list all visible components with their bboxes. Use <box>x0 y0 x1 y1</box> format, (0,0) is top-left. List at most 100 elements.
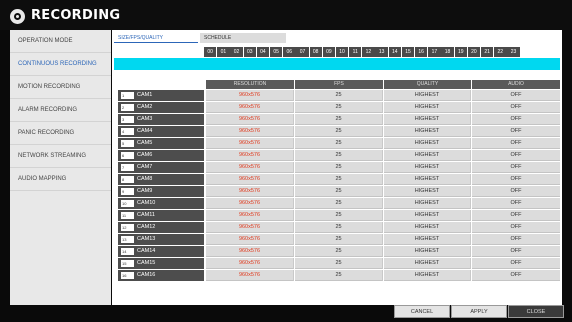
tab-size-fps-quality[interactable]: SIZE/FPS/QUALITY <box>114 33 198 43</box>
camera-label: CAM3 <box>137 116 153 122</box>
fps-cell[interactable]: 25 <box>295 246 383 257</box>
quality-cell[interactable]: HIGHEST <box>384 150 471 161</box>
audio-cell[interactable]: OFF <box>472 234 560 245</box>
fps-cell[interactable]: 25 <box>295 138 383 149</box>
audio-cell[interactable]: OFF <box>472 102 560 113</box>
resolution-cell[interactable]: 960x576 <box>206 126 294 137</box>
quality-cell[interactable]: HIGHEST <box>384 246 471 257</box>
sidebar-item-motion-recording[interactable]: MOTION RECORDING <box>10 76 111 99</box>
audio-cell[interactable]: OFF <box>472 126 560 137</box>
camera-label: CAM4 <box>137 128 153 134</box>
fps-cell[interactable]: 25 <box>295 114 383 125</box>
fps-cell[interactable]: 25 <box>295 126 383 137</box>
resolution-cell[interactable]: 960x576 <box>206 102 294 113</box>
cancel-button[interactable]: CANCEL <box>394 305 450 318</box>
camera-label: CAM14 <box>137 248 156 254</box>
sidebar-item-network-streaming[interactable]: NETWORK STREAMING <box>10 145 111 168</box>
fps-cell[interactable]: 25 <box>295 162 383 173</box>
schedule-timeline-bar[interactable] <box>114 58 560 70</box>
fps-cell[interactable]: 25 <box>295 150 383 161</box>
sidebar-item-continuous-recording[interactable]: CONTINUOUS RECORDING <box>10 53 111 76</box>
audio-cell[interactable]: OFF <box>472 150 560 161</box>
fps-cell[interactable]: 25 <box>295 258 383 269</box>
resolution-cell[interactable]: 960x576 <box>206 186 294 197</box>
hour-label: 21 <box>480 47 494 57</box>
quality-cell[interactable]: HIGHEST <box>384 102 471 113</box>
camera-label: CAM11 <box>137 212 155 218</box>
tab-schedule[interactable]: SCHEDULE <box>200 33 286 43</box>
quality-cell[interactable]: HIGHEST <box>384 186 471 197</box>
audio-cell[interactable]: OFF <box>472 198 560 209</box>
quality-cell[interactable]: HIGHEST <box>384 198 471 209</box>
resolution-cell[interactable]: 960x576 <box>206 90 294 101</box>
hour-header-row: 00 01 02 03 04 05 06 07 08 09 10 11 12 13 14 15 16 17 18 19… <box>204 47 521 57</box>
resolution-cell[interactable]: 960x576 <box>206 270 294 281</box>
table-row: 5 CAM5 960x576 25 HIGHEST OFF <box>114 138 560 149</box>
sidebar-item-audio-mapping[interactable]: AUDIO MAPPING <box>10 168 111 191</box>
sidebar-item-alarm-recording[interactable]: ALARM RECORDING <box>10 99 111 122</box>
apply-button[interactable]: APPLY <box>451 305 507 318</box>
quality-cell[interactable]: HIGHEST <box>384 234 471 245</box>
audio-cell[interactable]: OFF <box>472 222 560 233</box>
quality-cell[interactable]: HIGHEST <box>384 174 471 185</box>
audio-cell[interactable]: OFF <box>472 138 560 149</box>
resolution-cell[interactable]: 960x576 <box>206 210 294 221</box>
quality-cell[interactable]: HIGHEST <box>384 162 471 173</box>
audio-cell[interactable]: OFF <box>472 270 560 281</box>
sidebar-item-operation-mode[interactable]: OPERATION MODE <box>10 30 111 53</box>
button-bar: CANCEL APPLY CLOSE <box>112 305 564 319</box>
resolution-cell[interactable]: 960x576 <box>206 150 294 161</box>
audio-cell[interactable]: OFF <box>472 258 560 269</box>
camera-icon: 3 <box>121 116 134 123</box>
table-row: 13 CAM13 960x576 25 HIGHEST OFF <box>114 234 560 245</box>
resolution-cell[interactable]: 960x576 <box>206 174 294 185</box>
resolution-cell[interactable]: 960x576 <box>206 114 294 125</box>
quality-cell[interactable]: HIGHEST <box>384 90 471 101</box>
quality-cell[interactable]: HIGHEST <box>384 270 471 281</box>
fps-cell[interactable]: 25 <box>295 210 383 221</box>
audio-cell[interactable]: OFF <box>472 186 560 197</box>
sidebar-item-panic-recording[interactable]: PANIC RECORDING <box>10 122 111 145</box>
quality-cell[interactable]: HIGHEST <box>384 138 471 149</box>
resolution-cell[interactable]: 960x576 <box>206 198 294 209</box>
fps-cell[interactable]: 25 <box>295 102 383 113</box>
resolution-cell[interactable]: 960x576 <box>206 258 294 269</box>
quality-cell[interactable]: HIGHEST <box>384 222 471 233</box>
table-row: 12 CAM12 960x576 25 HIGHEST OFF <box>114 222 560 233</box>
fps-cell[interactable]: 25 <box>295 186 383 197</box>
quality-cell[interactable]: HIGHEST <box>384 258 471 269</box>
fps-cell[interactable]: 25 <box>295 270 383 281</box>
camera-name: 7 CAM7 <box>118 162 204 173</box>
resolution-cell[interactable]: 960x576 <box>206 162 294 173</box>
camera-label: CAM13 <box>137 236 156 242</box>
fps-cell[interactable]: 25 <box>295 222 383 233</box>
audio-cell[interactable]: OFF <box>472 90 560 101</box>
column-header-audio: AUDIO <box>472 80 560 89</box>
quality-cell[interactable]: HIGHEST <box>384 114 471 125</box>
quality-cell[interactable]: HIGHEST <box>384 210 471 221</box>
audio-cell[interactable]: OFF <box>472 174 560 185</box>
fps-cell[interactable]: 25 <box>295 234 383 245</box>
fps-cell[interactable]: 25 <box>295 174 383 185</box>
quality-cell[interactable]: HIGHEST <box>384 126 471 137</box>
resolution-cell[interactable]: 960x576 <box>206 234 294 245</box>
audio-cell[interactable]: OFF <box>472 162 560 173</box>
audio-cell[interactable]: OFF <box>472 246 560 257</box>
resolution-cell[interactable]: 960x576 <box>206 138 294 149</box>
resolution-cell[interactable]: 960x576 <box>206 246 294 257</box>
main-panel: SIZE/FPS/QUALITY SCHEDULE 00 01 02 03 04 05 06… <box>112 30 562 305</box>
close-button[interactable]: CLOSE <box>508 305 564 318</box>
resolution-cell[interactable]: 960x576 <box>206 222 294 233</box>
fps-cell[interactable]: 25 <box>295 198 383 209</box>
hour-label: 07 <box>296 47 309 57</box>
table-row: 6 CAM6 960x576 25 HIGHEST OFF <box>114 150 560 161</box>
audio-cell[interactable]: OFF <box>472 114 560 125</box>
camera-name: 5 CAM5 <box>118 138 204 149</box>
camera-name: 10 CAM10 <box>118 198 204 209</box>
fps-cell[interactable]: 25 <box>295 90 383 101</box>
recording-window: RECORDING OPERATION MODE CONTINUOUS RECO… <box>0 0 572 322</box>
audio-cell[interactable]: OFF <box>472 210 560 221</box>
hour-label: 14 <box>388 47 402 57</box>
hour-label: 03 <box>243 47 256 57</box>
camera-name: 8 CAM8 <box>118 174 204 185</box>
